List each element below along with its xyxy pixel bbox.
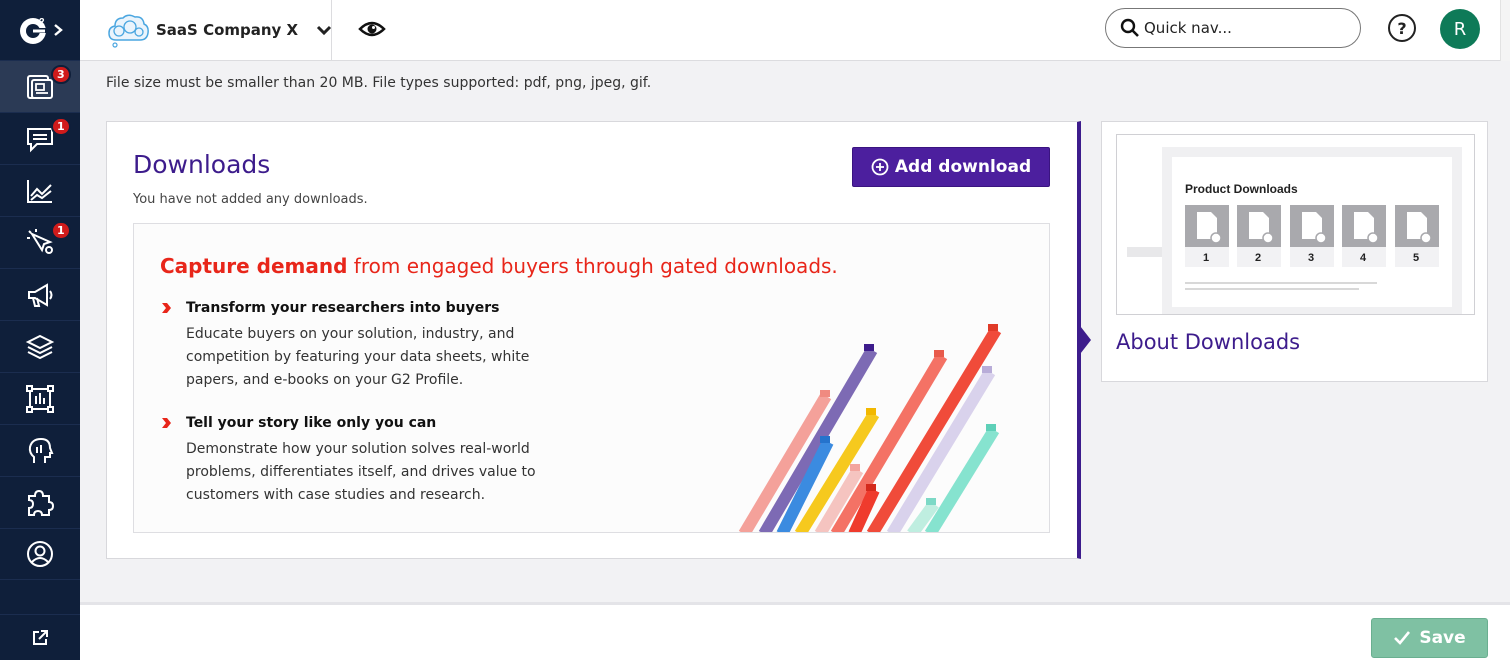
sidebar-item-insights[interactable] <box>0 424 80 476</box>
preview-item-number: 5 <box>1413 252 1419 264</box>
g2-logo-icon: 2 <box>20 17 47 44</box>
header-divider <box>331 0 332 61</box>
preview-item-number: 1 <box>1203 252 1209 264</box>
svg-text:2: 2 <box>39 17 45 28</box>
downloads-card: Downloads You have not added any downloa… <box>106 121 1081 559</box>
g2-logo[interactable]: 2 <box>0 0 80 60</box>
checkmark-icon <box>1394 631 1411 645</box>
eye-icon[interactable] <box>358 17 386 41</box>
user-circle-icon <box>27 541 53 567</box>
chevron-down-icon <box>317 25 332 36</box>
chart-icon <box>27 179 52 203</box>
downloads-preview-thumbnail: Product Downloads 1 2 3 4 5 <box>1116 134 1475 315</box>
feature-title-text: Tell your story like only you can <box>186 415 437 431</box>
promo-headline: Capture demand from engaged buyers throu… <box>160 254 838 278</box>
preview-title: Product Downloads <box>1185 182 1298 196</box>
file-requirements-note: File size must be smaller than 20 MB. Fi… <box>106 75 652 91</box>
company-switcher[interactable]: SaaS Company X <box>106 8 332 52</box>
company-name: SaaS Company X <box>156 21 299 39</box>
chevron-right-icon <box>162 418 171 428</box>
feature-item: Transform your researchers into buyers E… <box>160 300 586 392</box>
feature-title: Transform your researchers into buyers <box>160 300 586 316</box>
report-icon <box>26 384 54 413</box>
feature-title-text: Transform your researchers into buyers <box>186 300 500 316</box>
empty-state-text: You have not added any downloads. <box>133 192 368 207</box>
sidebar-item-intent[interactable]: 1 <box>0 216 80 268</box>
quick-nav-search[interactable]: Quick nav... <box>1105 8 1361 48</box>
layers-icon <box>25 334 55 359</box>
footer-bar: Save <box>80 602 1510 660</box>
sidebar-item-profile[interactable]: 3 <box>0 60 80 112</box>
notification-badge: 1 <box>51 117 71 136</box>
feature-item: Tell your story like only you can Demons… <box>160 415 586 507</box>
feature-body: Educate buyers on your solution, industr… <box>186 326 530 388</box>
chevron-right-icon <box>162 303 171 313</box>
sidebar-item-account[interactable] <box>0 528 80 580</box>
feature-body: Demonstrate how your solution solves rea… <box>186 441 536 503</box>
head-insights-icon <box>28 437 54 463</box>
about-downloads-title[interactable]: About Downloads <box>1116 330 1300 354</box>
promo-panel: Capture demand from engaged buyers throu… <box>133 223 1050 533</box>
notification-badge: 3 <box>51 65 71 84</box>
add-download-label: Add download <box>894 157 1032 177</box>
page-title: Downloads <box>133 150 271 179</box>
sidebar-item-reports[interactable] <box>0 372 80 424</box>
sidebar-item-marketing[interactable] <box>0 268 80 320</box>
company-cloud-logo-icon <box>108 14 149 48</box>
external-link-icon <box>33 629 48 645</box>
decorative-stripes-illustration <box>738 324 1002 532</box>
sidebar-external-link[interactable] <box>0 614 80 660</box>
help-button[interactable]: ? <box>1388 14 1416 42</box>
save-label: Save <box>1419 628 1466 648</box>
preview-item-number: 4 <box>1360 252 1367 264</box>
puzzle-icon <box>28 489 55 516</box>
sidebar: 2 3 1 1 <box>0 0 80 660</box>
preview-item-number: 3 <box>1308 252 1314 264</box>
user-avatar[interactable]: R <box>1440 9 1480 49</box>
about-downloads-panel: Product Downloads 1 2 3 4 5 About Downlo… <box>1101 121 1488 382</box>
plus-circle-icon <box>871 158 889 176</box>
top-header: SaaS Company X Quick nav... ? R <box>80 0 1510 61</box>
promo-headline-bold: Capture demand <box>160 254 348 278</box>
sidebar-item-apps[interactable] <box>0 476 80 528</box>
quick-nav-placeholder: Quick nav... <box>1144 19 1232 37</box>
notification-badge: 1 <box>51 221 71 240</box>
chevron-right-icon <box>54 24 63 36</box>
preview-illustration: Product Downloads 1 2 3 4 5 <box>1127 147 1462 314</box>
sidebar-item-integrations[interactable] <box>0 320 80 372</box>
save-button[interactable]: Save <box>1371 618 1488 658</box>
megaphone-icon <box>28 282 53 307</box>
scrollbar[interactable] <box>1500 0 1510 61</box>
promo-headline-rest: from engaged buyers through gated downlo… <box>347 254 838 278</box>
panel-pointer-arrow <box>1077 322 1091 358</box>
preview-item-number: 2 <box>1255 252 1261 264</box>
sidebar-item-messages[interactable]: 1 <box>0 112 80 164</box>
feature-title: Tell your story like only you can <box>160 415 586 431</box>
sidebar-item-analytics[interactable] <box>0 164 80 216</box>
add-download-button[interactable]: Add download <box>852 147 1050 187</box>
search-icon <box>1120 18 1139 37</box>
